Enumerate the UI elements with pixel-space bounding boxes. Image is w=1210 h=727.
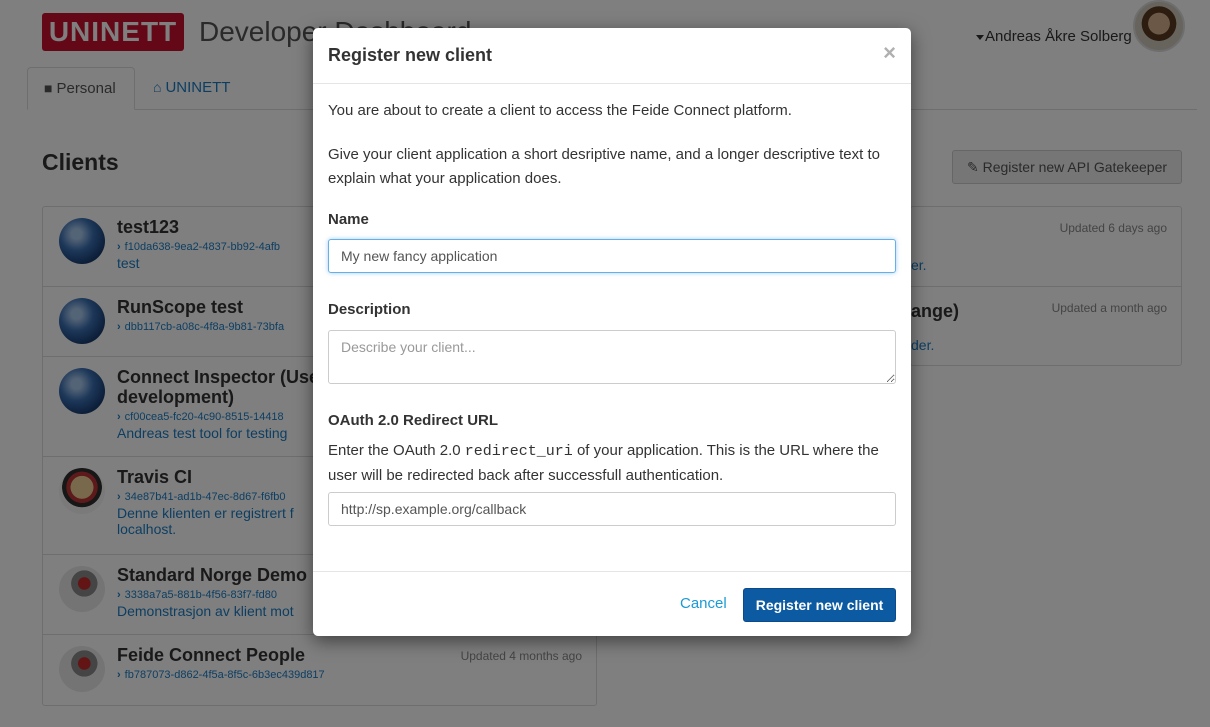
cancel-button[interactable]: Cancel [680, 595, 727, 612]
name-label: Name [328, 211, 369, 228]
redirect-url-label: OAuth 2.0 Redirect URL [328, 412, 499, 429]
intro-text: You are about to create a client to acce… [328, 102, 792, 119]
redirect-url-field[interactable] [328, 492, 896, 526]
dialog-body: You are about to create a client to acce… [328, 84, 896, 526]
redirect-help-text: Enter the OAuth 2.0 redirect_uri of your… [328, 439, 896, 488]
description-label: Description [328, 301, 411, 318]
instructions-text: Give your client application a short des… [328, 146, 880, 187]
help-text-part: Enter the OAuth 2.0 [328, 442, 465, 459]
close-icon[interactable]: × [883, 42, 896, 64]
help-code: redirect_uri [464, 443, 573, 460]
description-field[interactable] [328, 330, 896, 384]
dialog-footer: Cancel Register new client [313, 571, 911, 636]
name-field[interactable] [328, 239, 896, 273]
register-client-dialog: Register new client × You are about to c… [313, 28, 911, 636]
dialog-header: Register new client × [313, 28, 911, 84]
register-client-button[interactable]: Register new client [743, 588, 896, 622]
dialog-title: Register new client [328, 45, 493, 65]
